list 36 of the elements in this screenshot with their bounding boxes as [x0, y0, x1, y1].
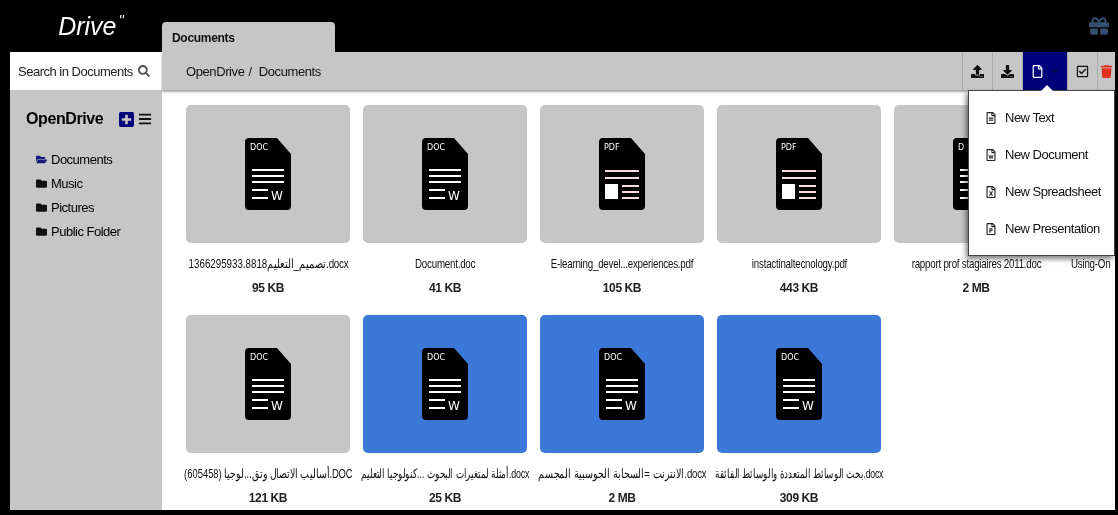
file-type-label: DOC [250, 143, 269, 152]
file-type-label: DOC [250, 353, 269, 362]
file-size: 95 KB [252, 280, 284, 296]
file-type-label: DOC [781, 353, 800, 362]
file-name: أساليب الاتصال وتق...لوجيا (605458).DOC [183, 466, 353, 482]
file-type-label: DOC [427, 353, 446, 362]
file-type-label: W [271, 399, 283, 413]
breadcrumb-separator: / [248, 63, 252, 79]
file-name: rapport prof stagiaires 2011.doc [911, 256, 1041, 272]
file-name: E-learning_devel...experiences.pdf [550, 256, 694, 272]
file-type-label: PDF [781, 143, 797, 152]
file-size: 105 KB [602, 280, 642, 296]
file-size: 2 MB [608, 490, 636, 506]
file-type-label: DOC [427, 143, 446, 152]
file-type-label: DOC [604, 353, 623, 362]
file-name: instactinaltecnology.pdf [751, 256, 847, 272]
file-size: 443 KB [779, 280, 819, 296]
file-size: 2 MB [962, 280, 990, 296]
file-name: Document.doc [414, 256, 476, 272]
sidebar-title: OpenDrive [26, 110, 104, 128]
file-name: أمثلة لمتغيرات البحوث ...كنولوجيا التعليم.docx [360, 466, 530, 482]
file-type-label: W [271, 189, 283, 203]
file-type-label: D [958, 143, 965, 152]
file-size: 25 KB [429, 490, 461, 506]
file-type-label: W [448, 189, 460, 203]
file-type-label: W [625, 399, 637, 413]
file-size: 121 KB [248, 490, 288, 506]
file-name: Using-On [1071, 256, 1111, 272]
file-name: بحث الوسائط المتعددة والوسائط الفائقة.docx [714, 466, 884, 482]
file-type-label: W [448, 399, 460, 413]
file-size: 41 KB [429, 280, 461, 296]
file-size: 309 KB [779, 490, 819, 506]
file-type-label: W [802, 399, 814, 413]
file-type-label: PDF [604, 143, 620, 152]
file-name: الانترنت =السحابة الحوسبية المجسم.docx [537, 466, 707, 482]
file-name: 1366295933.8818تصميم_التعليم.docx [188, 256, 348, 272]
